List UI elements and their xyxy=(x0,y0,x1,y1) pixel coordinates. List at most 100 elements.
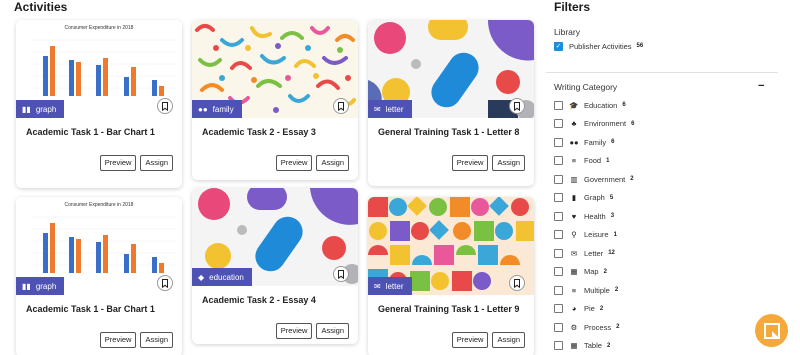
bookmark-button[interactable] xyxy=(157,275,173,291)
bookmark-button[interactable] xyxy=(333,266,349,282)
category-item-table[interactable]: ▦ Table 2 xyxy=(554,340,610,352)
preview-button[interactable]: Preview xyxy=(99,332,137,348)
checkbox[interactable] xyxy=(554,267,563,276)
graduation-cap-icon: ◆ xyxy=(198,272,205,282)
category-item-letter[interactable]: ✉ Letter 12 xyxy=(554,247,615,259)
category-item-health[interactable]: ♥ Health 3 xyxy=(554,210,614,222)
activity-card[interactable]: Consumer Expenditure in 2018 ▮▮ graph Ac… xyxy=(16,197,182,355)
chart-title: Consumer Expenditure in 2018 xyxy=(65,202,134,208)
bookmark-icon xyxy=(162,278,168,288)
category-item-map[interactable]: ▦ Map 2 xyxy=(554,266,607,278)
library-item-publisher-activities[interactable]: ✓ Publisher Activities 56 xyxy=(554,40,643,52)
card-thumbnail-bar-chart: Consumer Expenditure in 2018 ▮▮ graph xyxy=(16,20,182,118)
preview-button[interactable]: Preview xyxy=(99,155,137,171)
tag-label: letter xyxy=(385,281,404,291)
checkbox[interactable] xyxy=(554,304,563,313)
tag-label: graph xyxy=(35,104,57,114)
filter-label: Multiple xyxy=(584,285,610,295)
bookmark-button[interactable] xyxy=(509,98,525,114)
activity-card[interactable]: ✉ letter General Training Task 1 - Lette… xyxy=(368,20,534,186)
filter-label: Process xyxy=(584,322,612,332)
checkbox[interactable] xyxy=(554,322,563,332)
category-item-graph[interactable]: ▮ Graph 5 xyxy=(554,192,613,204)
tag-badge: ▮▮ graph xyxy=(16,277,65,295)
activity-card[interactable]: ●● family Academic Task 2 - Essay 3 Prev… xyxy=(192,20,358,180)
tag-badge: ◆ education xyxy=(192,268,252,286)
chart-icon: ▮▮ xyxy=(22,104,31,114)
card-title[interactable]: Academic Task 1 - Bar Chart 1 xyxy=(16,304,182,326)
checkbox[interactable] xyxy=(554,230,563,239)
category-item-multiple[interactable]: ≡ Multiple 2 xyxy=(554,284,618,296)
category-item-government[interactable]: ▥ Government 2 xyxy=(554,173,634,185)
bookmark-button[interactable] xyxy=(509,275,525,291)
category-item-education[interactable]: 🎓 Education 6 xyxy=(554,99,626,111)
checkbox[interactable] xyxy=(554,211,563,221)
category-item-process[interactable]: ⚙ Process 2 xyxy=(554,321,619,333)
filter-count: 2 xyxy=(616,324,620,330)
card-title[interactable]: Academic Task 2 - Essay 4 xyxy=(192,295,358,317)
assign-button[interactable]: Assign xyxy=(492,332,525,348)
filter-label: Food xyxy=(584,156,602,165)
tag-badge: ●● family xyxy=(192,100,242,118)
checkbox[interactable] xyxy=(554,341,563,350)
checkbox[interactable] xyxy=(554,137,563,147)
bookmark-icon xyxy=(162,101,168,111)
filter-count: 6 xyxy=(631,120,635,127)
preview-button[interactable]: Preview xyxy=(275,323,313,339)
list-icon: ≡ xyxy=(571,285,577,295)
assign-button[interactable]: Assign xyxy=(140,155,173,171)
bookmark-button[interactable] xyxy=(157,98,173,114)
building-columns-icon: ▥ xyxy=(570,174,578,184)
help-chat-button[interactable] xyxy=(755,314,788,347)
filter-count: 2 xyxy=(603,268,607,275)
preview-button[interactable]: Preview xyxy=(275,155,313,171)
bookmark-button[interactable] xyxy=(333,98,349,114)
writing-category-label: Writing Category xyxy=(554,82,618,92)
filter-count: 2 xyxy=(599,305,604,312)
checkbox[interactable] xyxy=(554,119,563,128)
assign-button[interactable]: Assign xyxy=(316,155,349,171)
checkbox-checked[interactable]: ✓ xyxy=(554,41,563,51)
tag-badge: ✉ letter xyxy=(368,100,412,118)
heart-pulse-icon: ♥ xyxy=(571,211,577,221)
graduation-cap-icon: 🎓 xyxy=(569,100,579,110)
category-item-environment[interactable]: ♣ Environment 6 xyxy=(554,118,634,130)
checkbox[interactable] xyxy=(554,100,563,110)
category-item-family[interactable]: ●● Family 6 xyxy=(554,136,614,148)
tag-label: education xyxy=(209,272,244,282)
assign-button[interactable]: Assign xyxy=(316,323,349,339)
filter-label: Health xyxy=(584,211,606,221)
checkbox[interactable] xyxy=(554,248,563,258)
assign-button[interactable]: Assign xyxy=(492,155,525,171)
category-item-pie[interactable]: ◕ Pie 2 xyxy=(554,303,603,315)
checkbox[interactable] xyxy=(554,285,563,295)
card-title[interactable]: General Training Task 1 - Letter 9 xyxy=(368,304,534,326)
checkbox[interactable] xyxy=(554,174,563,184)
preview-button[interactable]: Preview xyxy=(451,332,489,348)
filters-heading: Filters xyxy=(554,0,591,14)
checkbox[interactable] xyxy=(554,156,563,165)
chat-icon xyxy=(763,322,780,339)
chart-icon: ▮ xyxy=(571,193,577,202)
activity-card[interactable]: ✉ letter General Training Task 1 - Lette… xyxy=(368,197,534,355)
assign-button[interactable]: Assign xyxy=(140,332,173,348)
activity-card[interactable]: ◆ education Academic Task 2 - Essay 4 Pr… xyxy=(192,188,358,344)
collapse-button[interactable]: − xyxy=(758,80,764,92)
card-title[interactable]: Academic Task 1 - Bar Chart 1 xyxy=(16,127,182,149)
bicycle-icon: ⚲ xyxy=(571,230,577,239)
filter-count: 1 xyxy=(613,231,617,238)
category-item-food[interactable]: ≡ Food 1 xyxy=(554,155,609,167)
filter-label: Map xyxy=(584,267,599,276)
tag-badge: ✉ letter xyxy=(368,277,412,295)
bookmark-icon xyxy=(338,269,344,279)
category-item-leisure[interactable]: ⚲ Leisure 1 xyxy=(554,229,617,241)
checkbox[interactable] xyxy=(554,193,563,202)
chart-title: Consumer Expenditure in 2018 xyxy=(65,25,134,31)
card-title[interactable]: Academic Task 2 - Essay 3 xyxy=(192,127,358,149)
preview-button[interactable]: Preview xyxy=(451,155,489,171)
tag-label: letter xyxy=(385,104,404,114)
activity-card[interactable]: Consumer Expenditure in 2018 ▮▮ graph Ac… xyxy=(16,20,182,188)
card-thumbnail-bar-chart: Consumer Expenditure in 2018 ▮▮ graph xyxy=(16,197,182,295)
envelope-icon: ✉ xyxy=(570,248,578,258)
card-title[interactable]: General Training Task 1 - Letter 8 xyxy=(368,127,534,149)
